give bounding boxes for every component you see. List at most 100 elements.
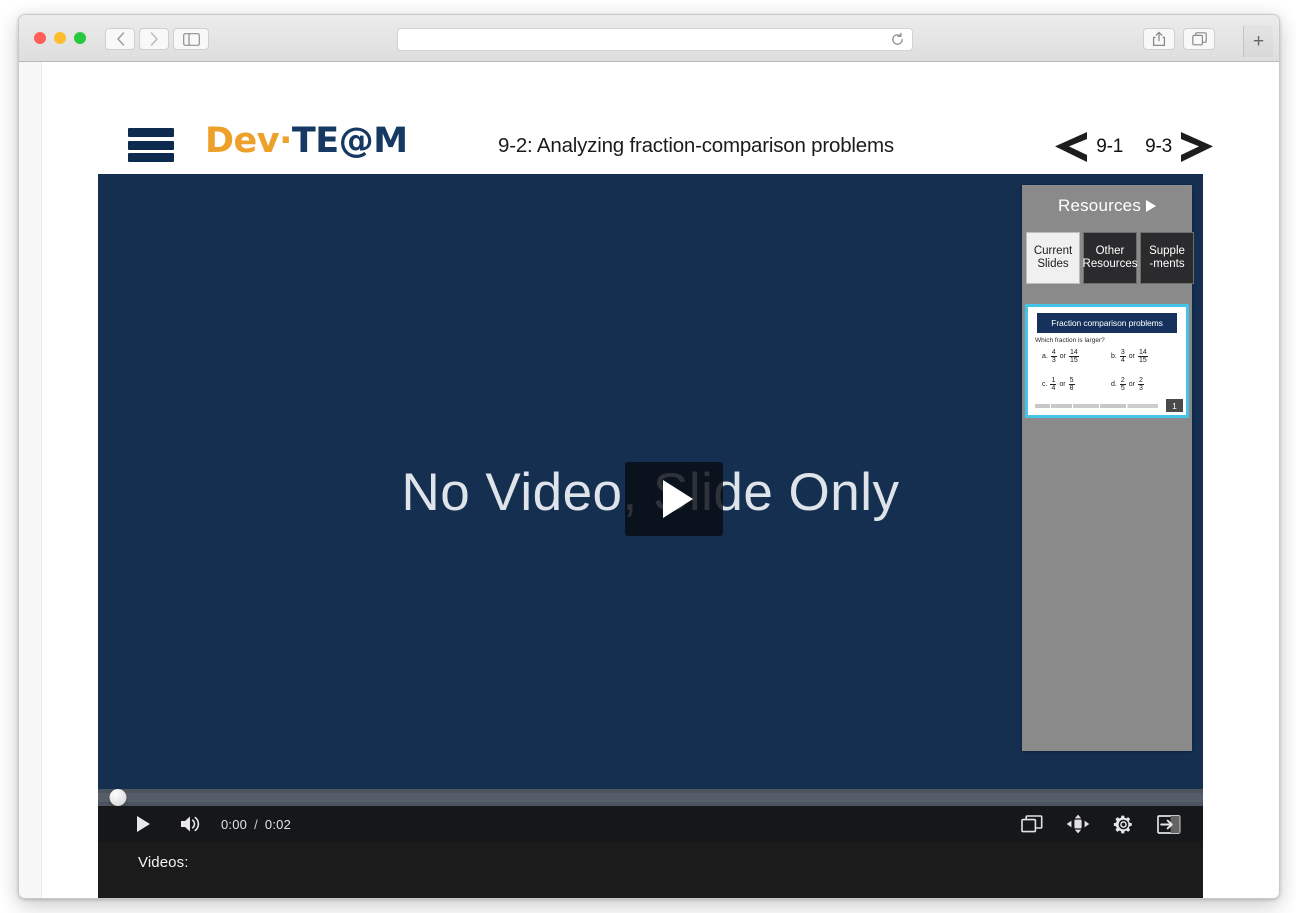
fullscreen-exit-button[interactable]: [1157, 814, 1181, 834]
next-slide-label[interactable]: 9-3: [1145, 136, 1172, 158]
slide-thumbnail[interactable]: Fraction comparison problems Which fract…: [1025, 304, 1189, 418]
chevron-right-icon: [150, 32, 158, 46]
denominator: 5: [1120, 385, 1125, 393]
video-play-overlay-button[interactable]: [625, 462, 723, 536]
video-stage[interactable]: No Video, Slide Only Resources Current S…: [98, 174, 1203, 789]
fraction-left: 2 5: [1119, 377, 1126, 393]
tab-label-line2: Slides: [1037, 258, 1069, 270]
resources-panel-title[interactable]: Resources: [1022, 196, 1192, 216]
tab-label-line2: -ments: [1149, 258, 1185, 270]
tabs-overview-icon: [1191, 32, 1207, 46]
time-separator: /: [254, 816, 258, 832]
reload-icon[interactable]: [890, 32, 905, 47]
tab-other-resources[interactable]: Other Resources: [1083, 232, 1137, 284]
slide-thumbnail-footer-text: [1035, 404, 1158, 408]
video-progress-handle[interactable]: [109, 789, 127, 806]
play-icon: [136, 816, 150, 832]
picture-in-picture-button[interactable]: [1021, 815, 1043, 833]
current-time: 0:00: [221, 816, 248, 832]
back-button[interactable]: [105, 28, 135, 50]
fraction-right: 14 15: [1068, 349, 1079, 365]
slide-thumbnail-prompt: Which fraction is larger?: [1035, 337, 1105, 344]
browser-titlebar: +: [19, 15, 1279, 62]
play-button[interactable]: [132, 813, 154, 835]
close-window-button[interactable]: [34, 32, 46, 44]
video-progress-bar[interactable]: [98, 789, 1203, 806]
logo-at-icon: @: [338, 121, 374, 161]
fraction-right: 14 15: [1137, 349, 1148, 364]
maximize-window-button[interactable]: [74, 32, 86, 44]
denominator: 15: [1069, 357, 1078, 365]
denominator: 8: [1069, 385, 1074, 393]
browser-nav-group: [105, 28, 169, 50]
hamburger-menu-icon[interactable]: [128, 128, 174, 162]
video-controls-bar: 0:00 / 0:02: [98, 806, 1203, 842]
tab-label-line1: Current: [1033, 245, 1073, 257]
forward-button[interactable]: [139, 28, 169, 50]
numerator: 5: [1068, 377, 1075, 386]
show-all-tabs-button[interactable]: [1183, 28, 1215, 50]
fraction-left: 4 3: [1050, 349, 1057, 365]
problem-item: c. 1 4 or 5 8: [1042, 377, 1111, 392]
fraction-right: 2 3: [1137, 377, 1144, 393]
denominator: 3: [1051, 357, 1056, 365]
videos-label: Videos:: [138, 854, 189, 871]
resources-expand-caret-icon[interactable]: [1146, 199, 1157, 212]
volume-icon: [181, 816, 200, 832]
next-slide-button[interactable]: [1179, 130, 1221, 164]
arrow-right-icon: [1181, 132, 1213, 162]
window-traffic-lights: [34, 32, 86, 44]
numerator: 4: [1050, 349, 1057, 358]
resources-panel: Resources Current Slides Other Resources…: [1022, 185, 1194, 751]
numerator: 2: [1137, 377, 1144, 386]
page-left-margin: [19, 62, 42, 898]
problem-item: b. 3 4 or 14 15: [1111, 349, 1180, 364]
slide-thumbnail-title: Fraction comparison problems: [1037, 313, 1177, 333]
pan-move-button[interactable]: [1066, 814, 1090, 834]
problem-label: d.: [1111, 381, 1117, 389]
new-tab-button[interactable]: +: [1243, 25, 1273, 57]
problem-conjunction: or: [1128, 353, 1135, 361]
fullscreen-exit-icon: [1157, 814, 1181, 834]
previous-slide-label[interactable]: 9-1: [1096, 136, 1123, 158]
previous-slide-button[interactable]: [1047, 130, 1089, 164]
slide-thumbnail-page-badge: 1: [1166, 399, 1183, 412]
problem-label: a.: [1042, 353, 1048, 361]
numerator: 14: [1068, 349, 1079, 358]
video-time-display: 0:00 / 0:02: [221, 817, 291, 832]
share-icon: [1152, 31, 1166, 47]
denominator: 3: [1138, 385, 1143, 393]
video-notes-panel: Videos:: [98, 842, 1203, 898]
browser-right-actions: [1143, 28, 1215, 50]
numerator: 2: [1119, 377, 1126, 386]
total-duration: 0:02: [264, 816, 292, 832]
numerator: 1: [1050, 377, 1057, 386]
problem-label: b.: [1111, 353, 1117, 361]
problem-conjunction: or: [1128, 381, 1135, 389]
tab-label-line2: Resources: [1082, 258, 1138, 270]
app-header: Dev·TE@M 9-2: Analyzing fraction-compari…: [42, 62, 1258, 174]
sidebar-toggle-button[interactable]: [173, 28, 209, 50]
volume-button[interactable]: [179, 813, 203, 835]
resources-title-label: Resources: [1057, 196, 1142, 215]
page-content: Dev·TE@M 9-2: Analyzing fraction-compari…: [19, 62, 1279, 898]
tab-supplements[interactable]: Supple -ments: [1140, 232, 1194, 284]
address-bar[interactable]: [397, 28, 913, 51]
settings-gear-icon: [1113, 815, 1132, 833]
share-button[interactable]: [1143, 28, 1175, 50]
problem-item: a. 4 3 or 14 15: [1042, 349, 1111, 364]
problem-item: d. 2 5 or 2 3: [1111, 377, 1180, 392]
logo-part-te: TE: [291, 121, 339, 161]
problem-conjunction: or: [1059, 353, 1066, 361]
page-title: 9-2: Analyzing fraction-comparison probl…: [498, 134, 894, 157]
numerator: 14: [1137, 349, 1148, 358]
numerator: 3: [1119, 349, 1126, 358]
sidebar-icon: [182, 32, 200, 46]
settings-button[interactable]: [1113, 814, 1134, 835]
video-controls-right-group: [1021, 814, 1181, 835]
video-progress-track[interactable]: [98, 793, 1203, 802]
denominator: 4: [1051, 385, 1056, 393]
site-logo[interactable]: Dev·TE@M: [205, 124, 408, 159]
tab-current-slides[interactable]: Current Slides: [1026, 232, 1080, 284]
minimize-window-button[interactable]: [54, 32, 66, 44]
